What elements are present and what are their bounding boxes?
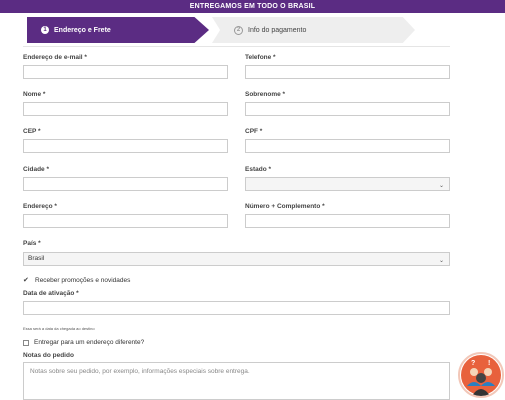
step-address-shipping[interactable]: 1 Endereço e Frete	[27, 17, 209, 43]
svg-text:!: !	[488, 360, 490, 367]
divider	[23, 46, 450, 47]
step-payment-info[interactable]: 2 Info do pagamento	[212, 17, 415, 43]
surname-field[interactable]	[245, 102, 450, 116]
notes-textarea[interactable]: Notas sobre seu pedido, por exemplo, inf…	[23, 362, 450, 400]
step-number: 1	[41, 26, 49, 34]
chevron-down-icon: ⌄	[438, 258, 444, 264]
cpf-label: CPF *	[245, 128, 263, 135]
country-value: Brasil	[28, 255, 45, 262]
support-badge-icon[interactable]: ? !	[458, 352, 504, 398]
step-label: Endereço e Frete	[54, 26, 111, 34]
ship-different-label: Entregar para um endereço diferente?	[34, 339, 145, 346]
email-field[interactable]	[23, 65, 228, 79]
number-label: Número + Complemento *	[245, 203, 325, 210]
state-label: Estado *	[245, 166, 272, 173]
step-number: 2	[234, 25, 243, 35]
name-field[interactable]	[23, 102, 228, 116]
check-icon: ✔	[23, 277, 29, 284]
checkbox-box	[23, 339, 29, 346]
number-field[interactable]	[245, 214, 450, 228]
activation-label: Data de ativação *	[23, 290, 79, 297]
promo-checkbox[interactable]: ✔ Receber promoções e novidades	[23, 276, 131, 285]
city-field[interactable]	[23, 177, 228, 191]
checkout-steps: 1 Endereço e Frete 2 Info do pagamento	[0, 14, 505, 44]
top-banner: ENTREGAMOS EM TODO O BRASIL	[0, 0, 505, 13]
cpf-field[interactable]	[245, 139, 450, 153]
state-select[interactable]: ⌄	[245, 177, 450, 191]
email-label: Endereço de e-mail *	[23, 54, 87, 61]
country-label: País *	[23, 240, 41, 247]
cep-field[interactable]	[23, 139, 228, 153]
city-label: Cidade *	[23, 166, 50, 173]
name-label: Nome *	[23, 91, 46, 98]
chevron-down-icon: ⌄	[438, 183, 444, 189]
promo-label: Receber promoções e novidades	[35, 276, 131, 284]
ship-different-checkbox[interactable]: Entregar para um endereço diferente?	[23, 339, 144, 346]
step-label: Info do pagamento	[248, 26, 307, 34]
country-select[interactable]: Brasil ⌄	[23, 252, 450, 266]
address-label: Endereço *	[23, 203, 57, 210]
phone-label: Telefone *	[245, 54, 276, 61]
notes-label: Notas do pedido	[23, 352, 74, 359]
surname-label: Sobrenome *	[245, 91, 286, 98]
cep-label: CEP *	[23, 128, 41, 135]
activation-date-field[interactable]	[23, 301, 450, 315]
activation-hint: Essa será a data da chegada ao destino	[23, 326, 95, 331]
phone-field[interactable]	[245, 65, 450, 79]
notes-placeholder: Notas sobre seu pedido, por exemplo, inf…	[30, 368, 250, 375]
address-field[interactable]	[23, 214, 228, 228]
support-badge-graphic: ? !	[461, 355, 501, 396]
svg-text:?: ?	[471, 360, 475, 367]
